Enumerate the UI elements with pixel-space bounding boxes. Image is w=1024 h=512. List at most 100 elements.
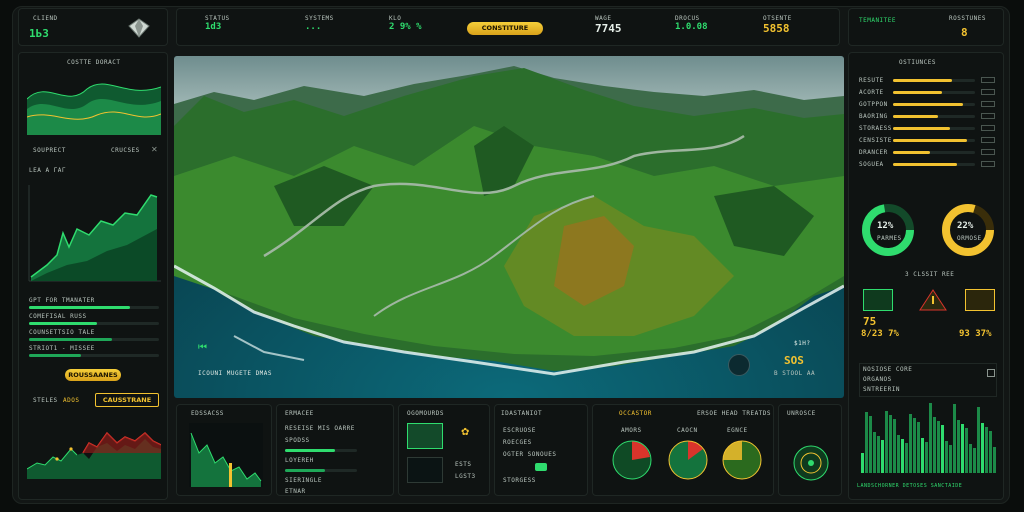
map-play-control[interactable]: ⏮ xyxy=(198,342,207,353)
gauge-1 xyxy=(609,437,655,483)
bottom-panel-1: EDSSACSS xyxy=(176,404,272,496)
caussstrane-button[interactable]: CAUSSTRANE xyxy=(95,393,159,407)
panel-2-footer: ETNAR xyxy=(285,488,306,495)
right-row-bar xyxy=(893,139,975,142)
panel-title: UNROSCE xyxy=(787,410,816,417)
bottom-panel-6: UNROSCE xyxy=(778,404,842,496)
panel-5-sub: ERSOE HEAD TREATDS xyxy=(697,410,772,417)
spectrum-bar xyxy=(981,423,984,473)
wave-area-chart xyxy=(27,69,161,135)
chart-icon xyxy=(965,289,995,311)
gauge-2 xyxy=(665,437,711,483)
bar-row-label: STRIOT1 - MISSEE xyxy=(29,345,95,352)
gem-icon[interactable] xyxy=(127,18,151,38)
right-row-label: STORAESS xyxy=(859,125,892,132)
right-row-label: CENSISTE xyxy=(859,137,892,144)
metric-2: KLO 2 9% % xyxy=(389,15,422,32)
bottom-panel-2: ERMACEE RESEISE MIS OARRE SPODSS LOYEREH… xyxy=(276,404,394,496)
sidebar-chart-title: COSTTE DORACT xyxy=(67,59,121,66)
right-row-box[interactable] xyxy=(981,89,995,95)
map-right-small: $1H? xyxy=(794,340,811,347)
metric-label: STATUS xyxy=(205,15,230,22)
leaf-icon xyxy=(863,289,893,311)
panel-2-bar xyxy=(285,469,357,472)
panel-3-value: ESTS xyxy=(455,461,472,468)
right-row-box[interactable] xyxy=(981,77,995,83)
spectrum-bar xyxy=(897,435,900,473)
panel-4-row: OGTER SONOUES xyxy=(503,451,557,458)
spectrum-bar xyxy=(881,440,884,473)
metric-value: 2 9% % xyxy=(389,22,422,32)
spectrum-bar xyxy=(945,441,948,473)
bar-row-track xyxy=(29,322,159,325)
metric-value: 7745 xyxy=(595,22,622,35)
terrain-map[interactable]: ⏮ ICOUNI MUGETE DMAS $1H? SOS B STOOL AA xyxy=(174,56,844,398)
metric-value: 1d3 xyxy=(205,22,222,32)
close-icon[interactable]: ✕ xyxy=(151,145,158,154)
status-row: ORGANOS xyxy=(863,376,892,383)
small-row-label: LEA A ГАГ xyxy=(29,167,67,174)
panel-4-row: ESCRUOSE xyxy=(503,427,536,434)
right-row-bar xyxy=(893,163,975,166)
panel-3-tile[interactable] xyxy=(407,423,443,449)
metric-3: WAGE 7745 xyxy=(595,15,622,35)
metric-value: 1.0.08 xyxy=(675,22,708,32)
panel-5-label: CAOCN xyxy=(677,427,698,434)
metric-value: ... xyxy=(305,22,322,32)
bar-row-track xyxy=(29,338,159,341)
map-right-sub: B STOOL AA xyxy=(774,370,816,377)
right-row-box[interactable] xyxy=(981,101,995,107)
metric-1: SYSTEMS ... xyxy=(305,15,334,32)
tab-soupect[interactable]: SOUPRECT xyxy=(33,147,66,154)
metric-4: DROCUS 1.0.08 xyxy=(675,15,708,32)
right-row-label: GOTPPON xyxy=(859,101,888,108)
checkbox[interactable] xyxy=(987,369,995,377)
roussaanes-button[interactable]: ROUSSAANES xyxy=(65,369,121,381)
header-value: 1ЬЗ xyxy=(29,27,49,40)
panel-4-toggle[interactable] xyxy=(535,463,547,471)
right-header-left: TEMANITEE xyxy=(859,17,897,24)
constiture-button[interactable]: CONSTITURE xyxy=(467,22,543,35)
top-left-header: CLIEND 1ЬЗ xyxy=(18,8,168,46)
panel-2-row: LOYEREH xyxy=(285,457,314,464)
spectrum-bar xyxy=(929,403,932,473)
right-header-value: 8 xyxy=(961,26,968,39)
radar-icon xyxy=(791,443,831,483)
spectrum-bar xyxy=(953,404,956,473)
bottom-panel-4: IDASTANIOT ESCRUOSE ROECGES OGTER SONOUE… xyxy=(494,404,588,496)
top-metrics-bar: STATUS 1d3 SYSTEMS ... KLO 2 9% % CONSTI… xyxy=(176,8,840,46)
bottom-panel-5: OCCASTOR ERSOE HEAD TREATDS AMORS CAOCN … xyxy=(592,404,774,496)
stat-c: 93 37% xyxy=(959,329,992,339)
panel-1-chart xyxy=(189,423,263,487)
right-row-bar xyxy=(893,151,975,154)
bar-row-label: COMEFISAL RUSS xyxy=(29,313,87,320)
metric-label: OTSENTE xyxy=(763,15,792,22)
bar-row-label: GPT FOR TMANATER xyxy=(29,297,95,304)
panel-4-row: ROECGES xyxy=(503,439,532,446)
right-row-box[interactable] xyxy=(981,125,995,131)
left-sidebar: COSTTE DORACT SOUPRECT CRUCSES ✕ LEA A Г… xyxy=(18,52,168,500)
spectrum-bar xyxy=(921,438,924,473)
right-row-label: BAORING xyxy=(859,113,888,120)
bottom-panel-3: OGOMOURDS ✿ ESTS LGST3 xyxy=(398,404,490,496)
right-row-box[interactable] xyxy=(981,137,995,143)
right-row-box[interactable] xyxy=(981,149,995,155)
metric-label: SYSTEMS xyxy=(305,15,334,22)
stat-a: 75 xyxy=(863,315,877,328)
spectrum-bar xyxy=(909,414,912,473)
tab-crucses[interactable]: CRUCSES xyxy=(111,147,140,154)
spectrum-bar xyxy=(917,422,920,473)
panel-2-bar xyxy=(285,449,357,452)
panel-5-label: EGNCE xyxy=(727,427,748,434)
right-row-box[interactable] xyxy=(981,161,995,167)
panel-2-row: RESEISE MIS OARRE xyxy=(285,425,355,432)
map-caption: ICOUNI MUGETE DMAS xyxy=(198,370,273,377)
right-header-right: ROSSTUNES xyxy=(949,15,987,22)
panel-2-row: SPODSS xyxy=(285,437,310,444)
right-row-bar xyxy=(893,103,975,106)
panel-title: OGOMOURDS xyxy=(407,410,445,417)
panel-3-tile[interactable] xyxy=(407,457,443,483)
right-row-label: RESUTE xyxy=(859,77,884,84)
map-zoom-control[interactable] xyxy=(728,354,750,376)
right-row-box[interactable] xyxy=(981,113,995,119)
